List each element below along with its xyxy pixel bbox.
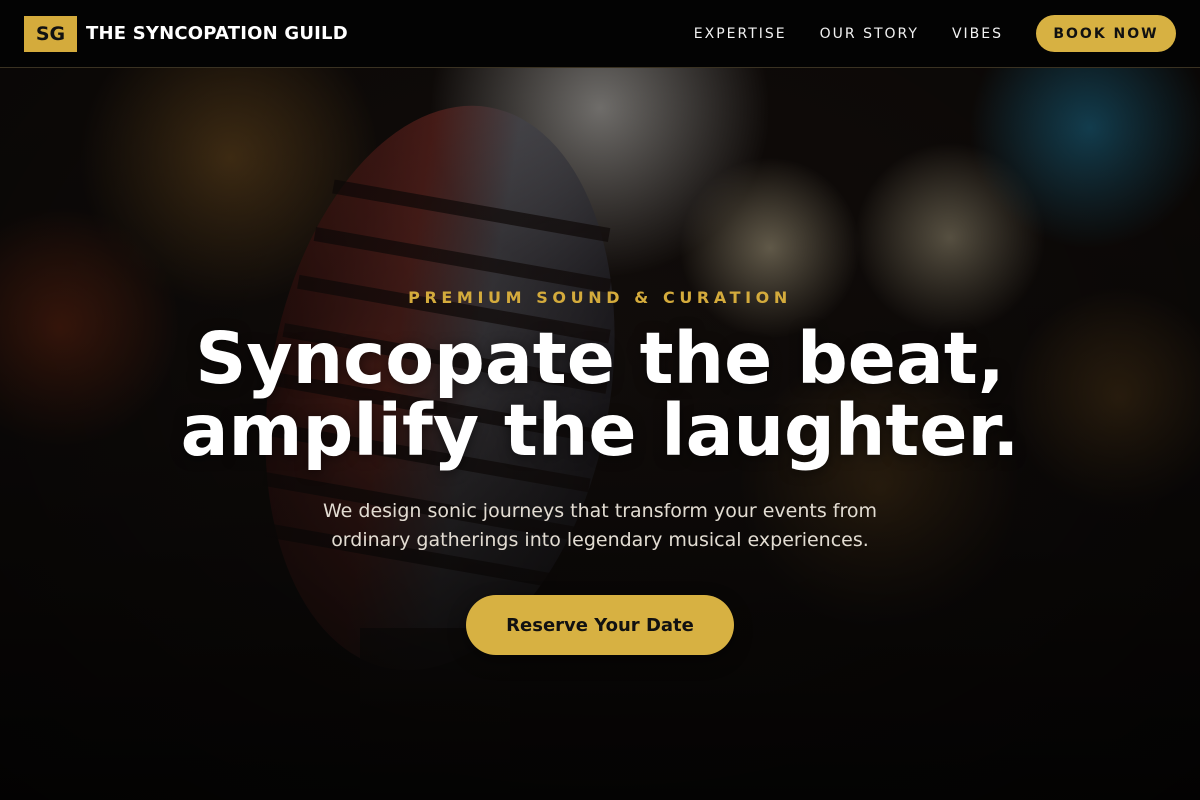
nav-links: EXPERTISE OUR STORY VIBES BOOK NOW (694, 15, 1176, 52)
hero-headline: Syncopate the beat, amplify the laughter… (181, 323, 1020, 467)
nav-link-our-story[interactable]: OUR STORY (820, 26, 919, 42)
top-navigation: SG THE SYNCOPATION GUILD EXPERTISE OUR S… (0, 0, 1200, 68)
brand-logo[interactable]: SG THE SYNCOPATION GUILD (24, 15, 348, 52)
book-now-button[interactable]: BOOK NOW (1036, 15, 1176, 52)
nav-link-expertise[interactable]: EXPERTISE (694, 26, 787, 42)
hero-subtext: We design sonic journeys that transform … (290, 497, 910, 555)
hero-section: PREMIUM SOUND & CURATION Syncopate the b… (0, 68, 1200, 800)
brand-name: THE SYNCOPATION GUILD (86, 23, 348, 44)
hero-eyebrow: PREMIUM SOUND & CURATION (408, 288, 792, 307)
logo-mark: SG (24, 15, 77, 52)
hero-content: PREMIUM SOUND & CURATION Syncopate the b… (0, 68, 1200, 800)
headline-line-1: Syncopate the beat, (195, 317, 1005, 400)
nav-link-vibes[interactable]: VIBES (952, 26, 1003, 42)
subtext-line-1: We design sonic journeys that transform … (323, 500, 877, 522)
subtext-line-2: ordinary gatherings into legendary music… (331, 529, 869, 551)
reserve-date-button[interactable]: Reserve Your Date (466, 595, 734, 655)
headline-line-2: amplify the laughter. (180, 389, 1020, 472)
